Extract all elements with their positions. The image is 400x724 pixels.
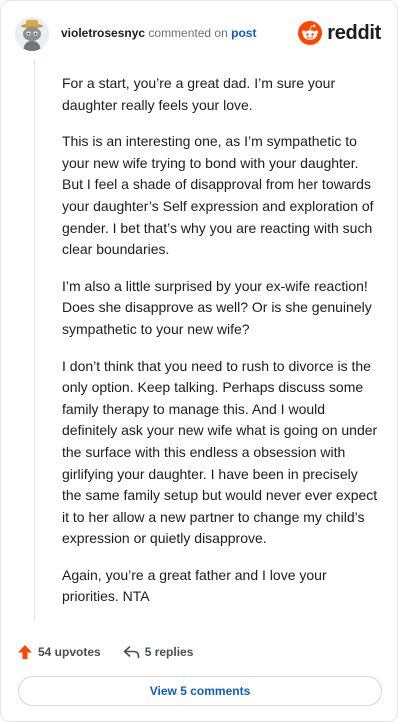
comment-paragraph: Again, you’re a great father and I love … <box>62 566 327 605</box>
comment-body: For a start, you’re a great dad. I’m sur… <box>62 73 380 623</box>
reply-arrow-icon <box>123 646 140 659</box>
upvote-arrow-icon <box>18 645 32 659</box>
thread-line <box>34 59 35 621</box>
comment-paragraph: For a start, you’re a great dad. I’m sur… <box>62 75 336 113</box>
upvote-button[interactable]: 54 upvotes <box>17 644 101 660</box>
reddit-snoo-icon <box>298 21 323 45</box>
reddit-wordmark: reddit <box>327 21 381 44</box>
view-comments-button[interactable]: View 5 comments <box>18 676 382 706</box>
replies-count: 5 replies <box>144 645 194 659</box>
post-link[interactable]: post <box>231 26 256 40</box>
comment-header: violetrosesnyc commented on post reddit <box>15 15 383 51</box>
comment-paragraph: I don’t think that you need to rush to d… <box>62 357 378 547</box>
snoo-avatar-icon <box>15 17 49 51</box>
user-avatar[interactable] <box>15 17 49 51</box>
comment-actions: 54 upvotes 5 replies <box>17 641 215 663</box>
comment-meta: violetrosesnyc commented on post <box>61 26 256 40</box>
comment-paragraph: This is an interesting one, as I’m sympa… <box>62 133 374 258</box>
comment-card: violetrosesnyc commented on post reddit … <box>0 0 398 722</box>
username-link[interactable]: violetrosesnyc <box>61 26 145 40</box>
upvote-count: 54 upvotes <box>38 645 101 659</box>
reddit-logo[interactable]: reddit <box>298 19 381 47</box>
replies-button[interactable]: 5 replies <box>123 644 194 660</box>
commented-on-label: commented on <box>148 26 228 40</box>
comment-paragraph: I’m also a little surprised by your ex-w… <box>62 277 372 337</box>
